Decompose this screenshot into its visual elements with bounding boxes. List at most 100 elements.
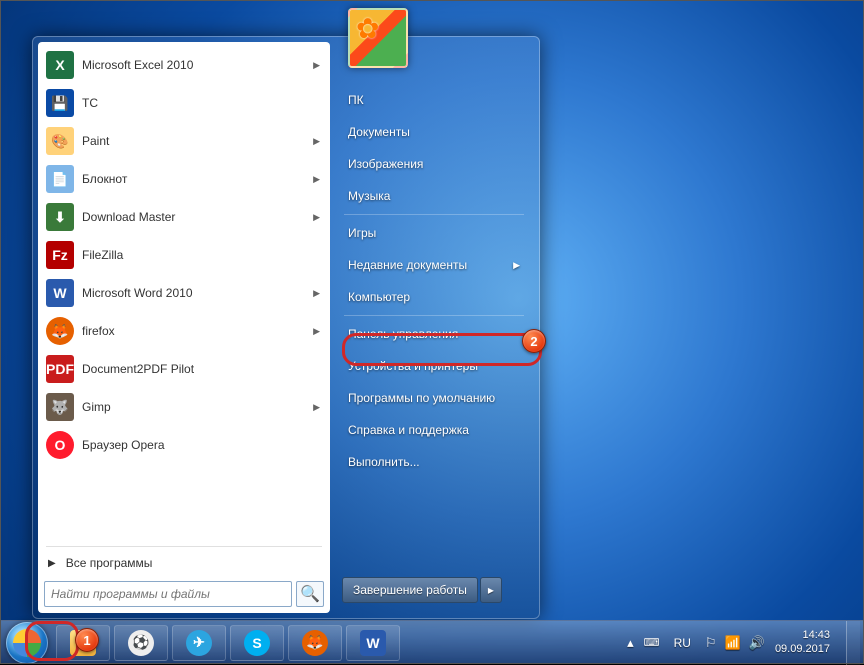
skype-icon: S — [244, 630, 270, 656]
program-item-ff[interactable]: 🦊 firefox ▶ — [40, 312, 328, 350]
clock-date: 09.09.2017 — [775, 643, 830, 656]
program-item-excel[interactable]: XMicrosoft Excel 2010▶ — [40, 46, 328, 84]
program-list: XMicrosoft Excel 2010▶💾TC🎨Paint▶📄Блокнот… — [40, 46, 328, 544]
program-item-opera[interactable]: O Браузер Opera — [40, 426, 328, 464]
program-label: Microsoft Excel 2010 — [82, 58, 193, 72]
program-label: Paint — [82, 134, 109, 148]
start-menu-left-pane: XMicrosoft Excel 2010▶💾TC🎨Paint▶📄Блокнот… — [38, 42, 330, 613]
taskbar-clock[interactable]: 14:43 09.09.2017 — [775, 629, 836, 655]
taskbar-skype[interactable]: S — [230, 625, 284, 661]
right-item-2[interactable]: Изображения — [338, 148, 530, 180]
chevron-right-icon: ▶ — [313, 212, 320, 223]
right-item-label: ПК — [348, 93, 364, 107]
taskbar-firefox[interactable]: 🦊 — [288, 625, 342, 661]
right-item-12[interactable]: Справка и поддержка — [338, 414, 530, 446]
shutdown-area: Завершение работы ▸ — [338, 573, 530, 607]
network-icon[interactable]: 📶 — [725, 635, 741, 651]
program-item-note[interactable]: 📄Блокнот▶ — [40, 160, 328, 198]
program-label: Gimp — [82, 400, 111, 414]
right-item-label: Изображения — [348, 157, 423, 171]
right-item-label: Программы по умолчанию — [348, 391, 495, 405]
right-item-6[interactable]: Недавние документы▶ — [338, 249, 530, 281]
right-item-label: Выполнить... — [348, 455, 420, 469]
language-indicator[interactable]: RU — [670, 634, 695, 652]
shutdown-options-button[interactable]: ▸ — [480, 577, 502, 603]
gimp-icon: 🐺 — [46, 393, 74, 421]
chevron-right-icon: ▶ — [313, 402, 320, 413]
program-label: Microsoft Word 2010 — [82, 286, 193, 300]
program-label: Download Master — [82, 210, 175, 224]
program-label: TC — [82, 96, 98, 110]
soccer-app-icon: ⚽ — [128, 630, 154, 656]
divider — [344, 214, 524, 215]
program-item-paint[interactable]: 🎨 Paint ▶ — [40, 122, 328, 160]
chevron-right-icon: ▶ — [313, 136, 320, 147]
arrow-right-icon: ▶ — [48, 558, 56, 569]
taskbar-soccer-app[interactable]: ⚽ — [114, 625, 168, 661]
right-item-13[interactable]: Выполнить... — [338, 446, 530, 478]
taskbar-telegram[interactable]: ✈ — [172, 625, 226, 661]
program-item-pdf[interactable]: PDF Document2PDF Pilot — [40, 350, 328, 388]
start-menu-right-pane: ПК Документы Изображения Музыка ИгрыНедавние… — [330, 42, 534, 613]
program-item-fz[interactable]: Fz FileZilla — [40, 236, 328, 274]
right-item-label: Панель управления — [348, 327, 458, 341]
program-item-tc[interactable]: 💾 TC — [40, 84, 328, 122]
chevron-right-icon: ▶ — [313, 288, 320, 299]
show-desktop-button[interactable] — [846, 621, 860, 665]
keyboard-icon[interactable]: ⌨ — [644, 636, 660, 649]
dm-icon: ⬇ — [46, 203, 74, 231]
tc-icon: 💾 — [46, 89, 74, 117]
note-icon: 📄 — [46, 165, 74, 193]
right-item-1[interactable]: Документы — [338, 116, 530, 148]
program-item-gimp[interactable]: 🐺 Gimp ▶ — [40, 388, 328, 426]
user-avatar[interactable] — [348, 8, 408, 68]
taskbar-word[interactable]: W — [346, 625, 400, 661]
all-programs-label: Все программы — [66, 556, 153, 570]
shutdown-label: Завершение работы — [353, 583, 467, 597]
search-icon: 🔍 — [300, 584, 320, 604]
right-item-3[interactable]: Музыка — [338, 180, 530, 212]
volume-icon[interactable]: 🔊 — [749, 635, 765, 651]
clock-time: 14:43 — [775, 629, 830, 642]
start-button[interactable] — [6, 622, 48, 664]
chevron-right-icon: ▶ — [313, 60, 320, 71]
program-label: FileZilla — [82, 248, 123, 262]
opera-icon: O — [46, 431, 74, 459]
word-icon: W — [46, 279, 74, 307]
search-button[interactable]: 🔍 — [296, 581, 324, 607]
tray-expand-icon[interactable]: ▴ — [627, 635, 634, 651]
word-icon: W — [360, 630, 386, 656]
program-label: Браузер Opera — [82, 438, 165, 452]
annotation-badge-1: 1 — [75, 628, 99, 652]
right-item-0[interactable]: ПК — [338, 84, 530, 116]
divider — [344, 315, 524, 316]
right-item-label: Справка и поддержка — [348, 423, 469, 437]
fz-icon: Fz — [46, 241, 74, 269]
right-item-label: Компьютер — [348, 290, 410, 304]
search-input[interactable] — [45, 587, 291, 601]
pdf-icon: PDF — [46, 355, 74, 383]
right-item-label: Устройства и принтеры — [348, 359, 478, 373]
start-menu: XMicrosoft Excel 2010▶💾TC🎨Paint▶📄Блокнот… — [32, 36, 540, 619]
right-item-11[interactable]: Программы по умолчанию — [338, 382, 530, 414]
right-item-9[interactable]: Панель управления — [338, 318, 530, 350]
telegram-icon: ✈ — [186, 630, 212, 656]
paint-icon: 🎨 — [46, 127, 74, 155]
program-label: firefox — [82, 324, 115, 338]
all-programs-button[interactable]: ▶ Все программы — [40, 549, 328, 577]
shutdown-button[interactable]: Завершение работы — [342, 577, 478, 603]
program-label: Document2PDF Pilot — [82, 362, 194, 376]
search-box[interactable] — [44, 581, 292, 607]
chevron-right-icon: ▶ — [313, 326, 320, 337]
chevron-right-icon: ▶ — [513, 260, 520, 271]
program-label: Блокнот — [82, 172, 127, 186]
right-item-label: Документы — [348, 125, 410, 139]
right-item-7[interactable]: Компьютер — [338, 281, 530, 313]
ff-icon: 🦊 — [46, 317, 74, 345]
flag-icon[interactable]: ⚐ — [705, 635, 717, 651]
right-item-5[interactable]: Игры — [338, 217, 530, 249]
annotation-badge-2: 2 — [522, 329, 546, 353]
right-item-10[interactable]: Устройства и принтеры — [338, 350, 530, 382]
program-item-dm[interactable]: ⬇ Download Master ▶ — [40, 198, 328, 236]
program-item-word[interactable]: W Microsoft Word 2010 ▶ — [40, 274, 328, 312]
